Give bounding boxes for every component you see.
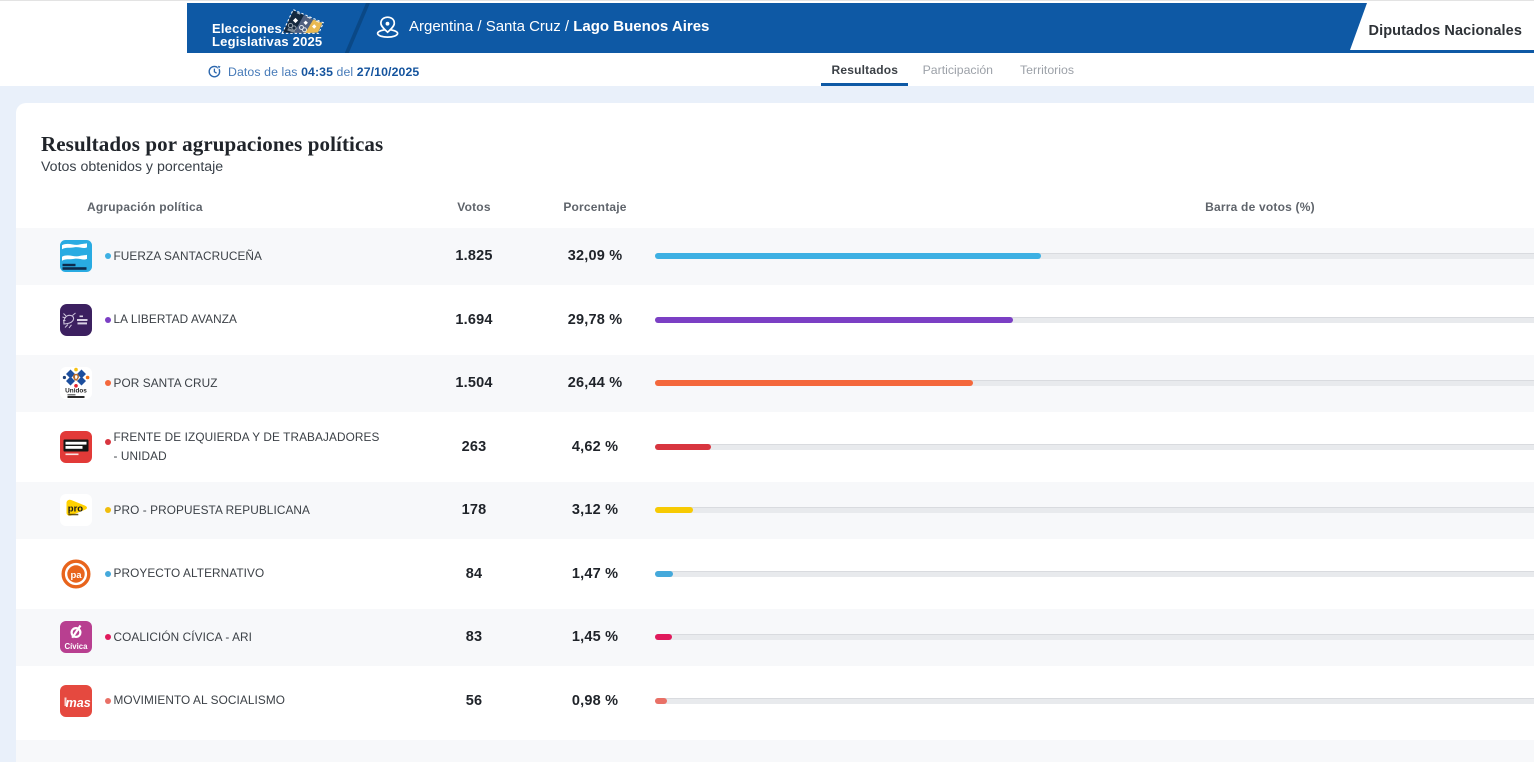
svg-text:pa: pa <box>70 570 82 581</box>
svg-text:mas: mas <box>65 696 90 710</box>
svg-text:pro: pro <box>67 504 83 515</box>
svg-text:Unidos: Unidos <box>65 388 87 395</box>
svg-text:Cívica: Cívica <box>64 642 88 651</box>
